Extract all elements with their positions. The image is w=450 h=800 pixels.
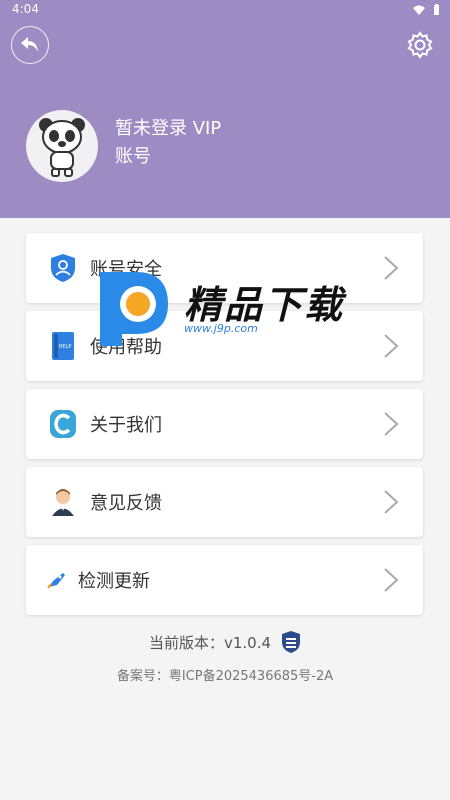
panda-avatar-icon: [39, 118, 85, 177]
menu-item-label: 账号安全: [90, 259, 162, 280]
svg-text:HELP: HELP: [59, 344, 72, 350]
menu-item-help[interactable]: HELP 使用帮助: [26, 311, 423, 381]
menu-item-label: 检测更新: [78, 571, 150, 592]
rocket-update-icon: [46, 564, 68, 596]
status-icons: [413, 4, 440, 15]
chevron-right-icon: [384, 334, 399, 358]
chevron-right-icon: [384, 490, 399, 514]
feedback-person-icon: [48, 486, 78, 518]
help-book-icon: HELP: [48, 330, 78, 362]
wifi-icon: [413, 5, 425, 15]
settings-button[interactable]: [402, 27, 438, 63]
user-account-label: 账号: [115, 146, 151, 167]
menu-item-label: 使用帮助: [90, 337, 162, 358]
header-banner: 4:04 暂未登录 VIP 账号: [0, 0, 450, 218]
gear-icon: [407, 31, 433, 59]
chevron-right-icon: [384, 568, 399, 592]
about-logo-icon: [48, 408, 78, 440]
menu-item-about[interactable]: 关于我们: [26, 389, 423, 459]
menu-item-label: 关于我们: [90, 415, 162, 436]
back-arrow-icon: [21, 37, 38, 52]
icp-record[interactable]: 备案号：粤ICP备2025436685号-2A: [0, 665, 450, 684]
avatar[interactable]: [26, 110, 98, 182]
version-label: 当前版本：v1.0.4: [148, 633, 272, 652]
version-badge-icon: [282, 631, 301, 653]
chevron-right-icon: [384, 256, 399, 280]
back-button[interactable]: [11, 26, 49, 64]
version-row: 当前版本：v1.0.4: [0, 630, 450, 654]
status-time: 4:04: [12, 2, 39, 16]
status-bar: 4:04: [0, 0, 450, 22]
chevron-right-icon: [384, 412, 399, 436]
menu-item-feedback[interactable]: 意见反馈: [26, 467, 423, 537]
user-name[interactable]: 暂未登录 VIP: [115, 114, 221, 140]
menu-item-account-security[interactable]: 账号安全: [26, 233, 423, 303]
battery-icon: [434, 4, 439, 15]
shield-user-icon: [48, 252, 78, 284]
menu-item-check-update[interactable]: 检测更新: [26, 545, 423, 615]
menu-item-label: 意见反馈: [90, 493, 162, 514]
